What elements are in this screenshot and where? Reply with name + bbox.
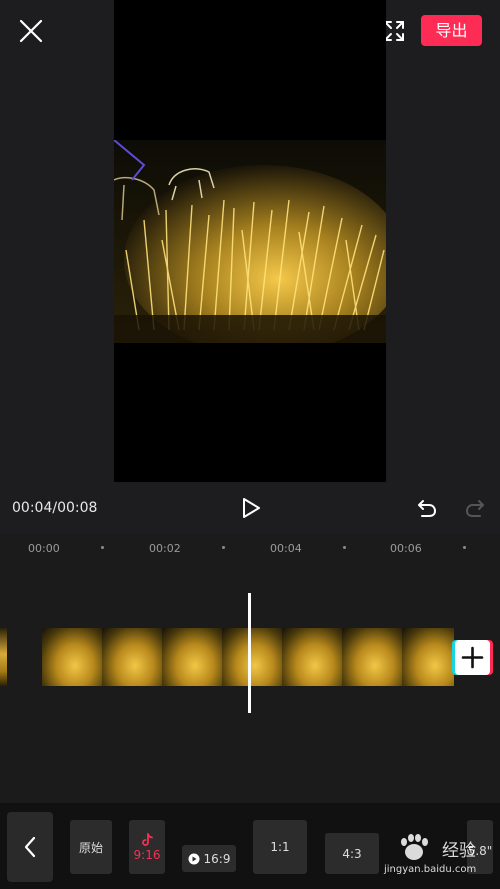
ratio-original[interactable]: 原始 <box>70 820 112 874</box>
playhead[interactable] <box>248 593 251 713</box>
ratio-label: 原始 <box>78 840 103 855</box>
clip-thumbnail <box>162 628 223 686</box>
ruler-label: 00:06 <box>390 542 422 555</box>
clip-thumbnail <box>102 628 163 686</box>
ruler-dot <box>101 546 104 549</box>
ruler-label: 00:02 <box>149 542 181 555</box>
redo-icon <box>466 500 484 517</box>
export-button[interactable]: 导出 <box>421 15 482 46</box>
ratio-label: 9:16 <box>133 848 161 862</box>
add-clip-button[interactable] <box>455 640 490 675</box>
undo-icon[interactable] <box>416 497 438 519</box>
clip-thumbnail <box>342 628 403 686</box>
chevron-left-icon <box>24 836 36 858</box>
ruler-dot <box>463 546 466 549</box>
ruler-dot <box>343 546 346 549</box>
ratio-label: 1:1 <box>270 840 290 854</box>
ruler-label: 00:04 <box>270 542 302 555</box>
video-frame <box>114 140 386 343</box>
clip-thumbnail <box>222 628 283 686</box>
video-frame-image <box>114 140 386 343</box>
ratio-label: 4:3 <box>342 846 362 861</box>
clip-thumbnail <box>42 628 103 686</box>
ratio-1-1[interactable]: 1:1 <box>253 820 307 874</box>
back-button[interactable] <box>7 812 53 882</box>
ratio-label: 16:9 <box>203 851 231 866</box>
ratio-16-9[interactable]: 16:9 <box>182 845 236 872</box>
watermark: 经验 jingyan.baidu.com <box>380 830 500 880</box>
tiktok-icon <box>142 833 153 846</box>
previous-clip-edge[interactable] <box>0 628 7 686</box>
ruler-dot <box>222 546 225 549</box>
ratio-9-16[interactable]: 9:16 <box>129 820 165 874</box>
ratio-4-3[interactable]: 4:3 <box>325 833 379 874</box>
plus-icon <box>461 646 484 669</box>
play-circle-icon <box>188 853 200 864</box>
clip-thumbnail <box>402 628 454 686</box>
ruler-label: 00:00 <box>28 542 60 555</box>
svg-text:经验: 经验 <box>442 841 476 861</box>
clip-thumbnail <box>282 628 343 686</box>
watermark-url: jingyan.baidu.com <box>384 864 477 875</box>
timecode: 00:04/00:08 <box>12 500 98 516</box>
play-icon[interactable] <box>240 497 262 519</box>
